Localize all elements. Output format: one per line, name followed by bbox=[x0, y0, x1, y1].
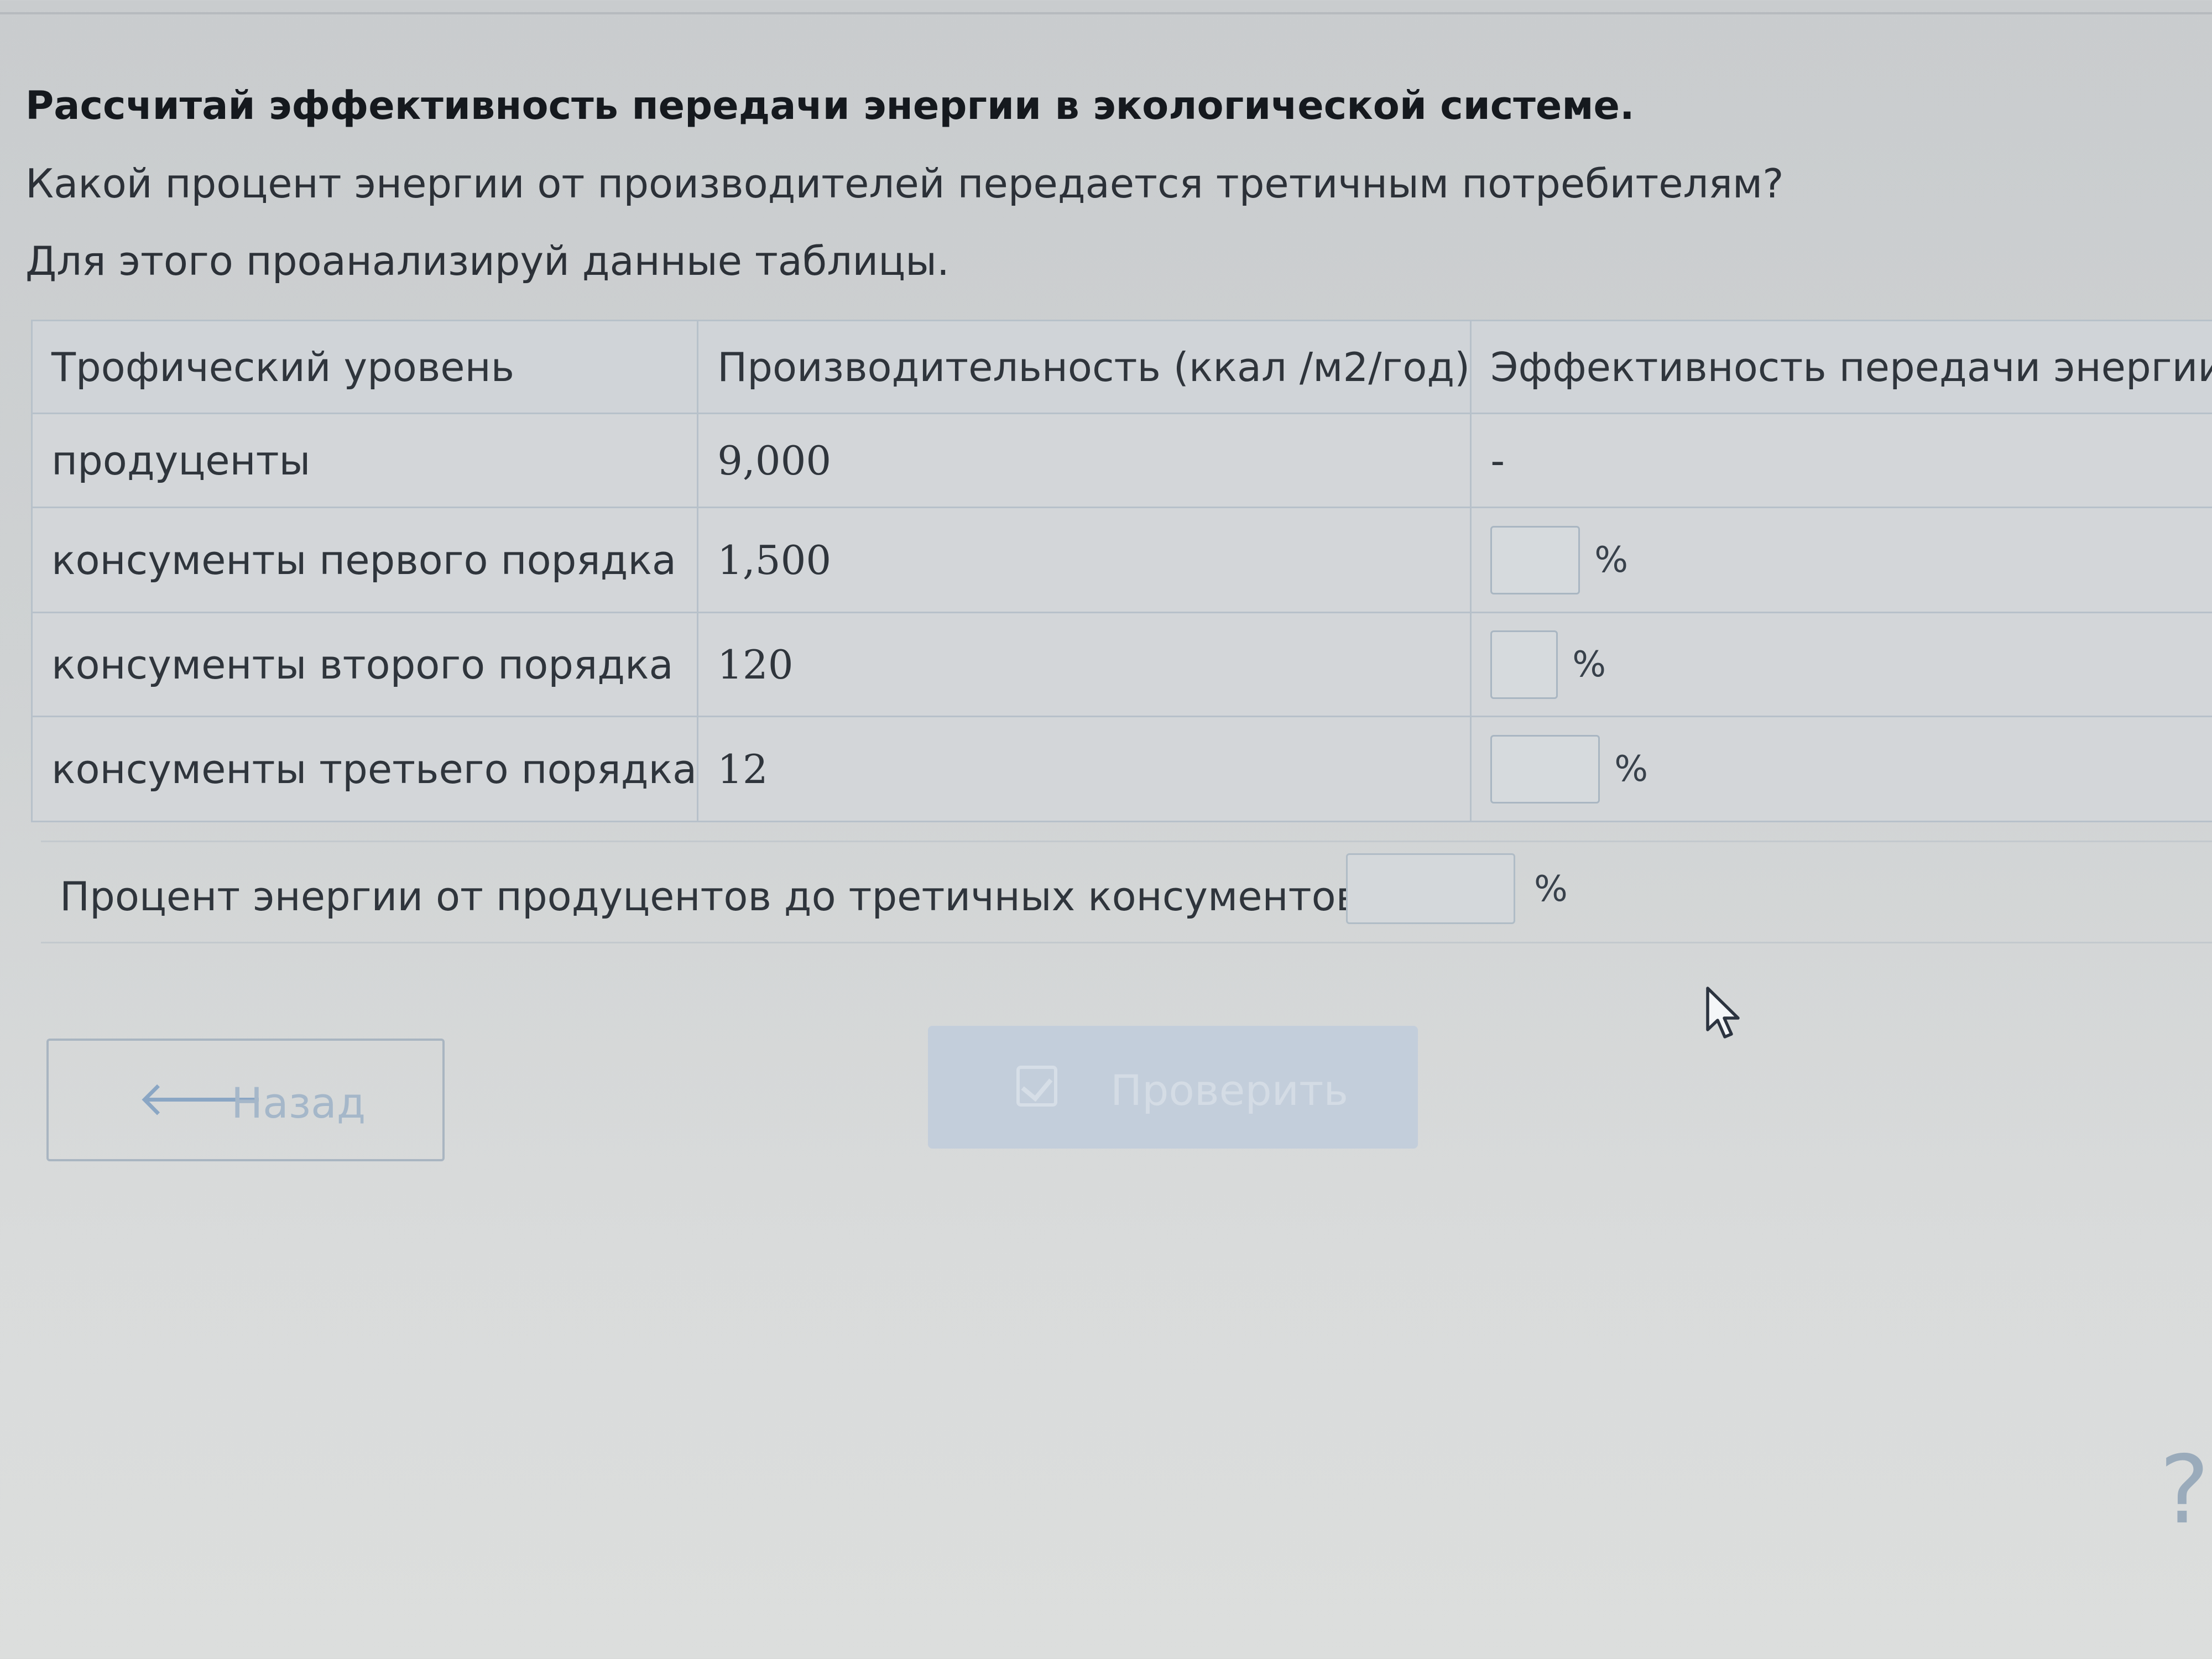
cell-productivity: 9,000 bbox=[697, 413, 1472, 508]
efficiency-input-third[interactable] bbox=[1490, 734, 1600, 804]
mouse-cursor-icon bbox=[1705, 985, 1744, 1043]
top-divider bbox=[0, 12, 2212, 14]
summary-label: Процент энергии от продуцентов до третич… bbox=[60, 873, 1373, 920]
efficiency-input-first[interactable] bbox=[1490, 525, 1580, 594]
task-instruction: Для этого проанализируй данные таблицы. bbox=[25, 238, 950, 284]
percent-sign: % bbox=[1594, 539, 1629, 581]
summary-input[interactable] bbox=[1346, 853, 1515, 924]
help-icon[interactable]: ? bbox=[2159, 1443, 2209, 1537]
table-row: консументы первого порядка 1,500 % bbox=[30, 507, 2212, 613]
task-title: Рассчитай эффективность передачи энергии… bbox=[25, 83, 1635, 128]
percent-sign: % bbox=[1572, 644, 1606, 685]
task-question: Какой процент энергии от производителей … bbox=[25, 160, 1784, 207]
cell-productivity: 120 bbox=[697, 612, 1472, 717]
table-row: продуценты 9,000 - bbox=[30, 413, 2212, 508]
trophic-table: Трофический уровень Производительность (… bbox=[30, 320, 2212, 822]
check-button[interactable]: Проверить bbox=[928, 1026, 1418, 1149]
header-efficiency: Эффективность передачи энергии bbox=[1470, 320, 2212, 414]
summary-percent-sign: % bbox=[1534, 869, 1568, 910]
cell-productivity: 12 bbox=[697, 716, 1472, 822]
cell-efficiency: % bbox=[1470, 507, 2212, 613]
efficiency-input-second[interactable] bbox=[1490, 630, 1558, 699]
back-button[interactable]: 🡐 Назад bbox=[46, 1039, 445, 1161]
cell-efficiency: % bbox=[1470, 612, 2212, 717]
cell-efficiency: - bbox=[1470, 413, 2212, 508]
cell-level: консументы второго порядка bbox=[30, 612, 699, 717]
cell-productivity: 1,500 bbox=[697, 507, 1472, 613]
cell-efficiency: % bbox=[1470, 716, 2212, 822]
summary-row: Процент энергии от продуцентов до третич… bbox=[41, 841, 2212, 943]
cell-level: консументы третьего порядка bbox=[30, 716, 699, 822]
table-row: консументы второго порядка 120 % bbox=[30, 612, 2212, 717]
checkbox-icon bbox=[1016, 1066, 1057, 1107]
percent-sign: % bbox=[1614, 748, 1648, 790]
cell-level: продуценты bbox=[30, 413, 699, 508]
back-button-label: Назад bbox=[231, 1078, 366, 1128]
check-button-label: Проверить bbox=[1110, 1066, 1349, 1115]
header-productivity: Производительность (ккал /м2/год) bbox=[697, 320, 1472, 414]
table-row: консументы третьего порядка 12 % bbox=[30, 716, 2212, 822]
cell-level: консументы первого порядка bbox=[30, 507, 699, 613]
header-trophic-level: Трофический уровень bbox=[30, 320, 699, 414]
table-header-row: Трофический уровень Производительность (… bbox=[30, 320, 2212, 414]
